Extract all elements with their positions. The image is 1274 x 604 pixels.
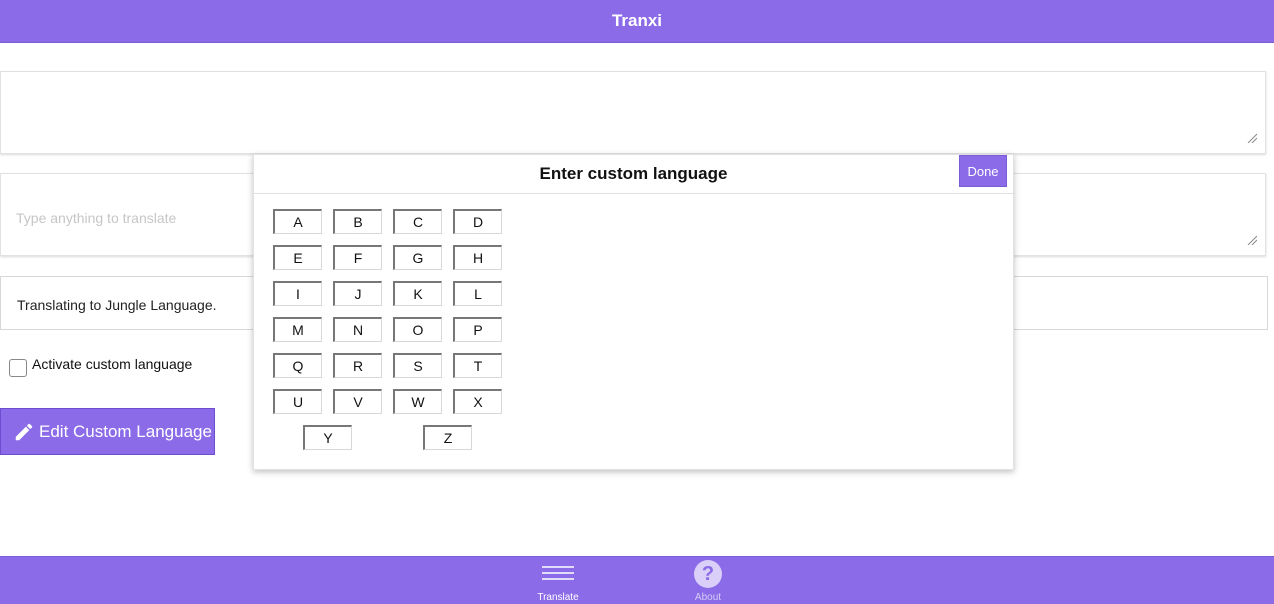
key-v[interactable]: V: [333, 389, 382, 414]
translation-status-text: Translating to Jungle Language.: [17, 297, 217, 313]
key-u[interactable]: U: [273, 389, 322, 414]
bottom-tab-bar: Translate ? About: [0, 556, 1274, 604]
key-h[interactable]: H: [453, 245, 502, 270]
key-e[interactable]: E: [273, 245, 322, 270]
tab-translate-label: Translate: [537, 592, 579, 603]
key-a[interactable]: A: [273, 209, 322, 234]
tab-about[interactable]: ? About: [678, 557, 738, 604]
key-j[interactable]: J: [333, 281, 382, 306]
pencil-icon: [15, 423, 33, 440]
key-w[interactable]: W: [393, 389, 442, 414]
key-q[interactable]: Q: [273, 353, 322, 378]
activate-custom-language-checkbox[interactable]: [9, 359, 27, 377]
question-icon: ?: [694, 560, 722, 588]
key-t[interactable]: T: [453, 353, 502, 378]
menu-lines-icon: [542, 566, 574, 580]
done-button[interactable]: Done: [959, 155, 1007, 187]
key-g[interactable]: G: [393, 245, 442, 270]
key-z[interactable]: Z: [423, 425, 472, 450]
activate-custom-language-label[interactable]: Activate custom language: [32, 356, 192, 372]
key-s[interactable]: S: [393, 353, 442, 378]
edit-custom-language-label: Edit Custom Language: [39, 421, 212, 441]
translate-placeholder: Type anything to translate: [16, 210, 177, 226]
activate-custom-language-row[interactable]: Activate custom language: [9, 356, 192, 377]
modal-title: Enter custom language: [539, 164, 728, 183]
tab-about-label: About: [694, 592, 722, 603]
source-text-input[interactable]: [0, 71, 1266, 154]
app-title: Tranxi: [611, 11, 663, 30]
tab-translate[interactable]: Translate: [528, 557, 588, 604]
edit-custom-language-button[interactable]: Edit Custom Language: [0, 408, 215, 455]
app-header: Tranxi: [0, 0, 1274, 43]
key-l[interactable]: L: [453, 281, 502, 306]
custom-language-modal: Enter custom language Done A B C D E F G…: [253, 154, 1014, 470]
key-n[interactable]: N: [333, 317, 382, 342]
key-o[interactable]: O: [393, 317, 442, 342]
resize-handle-icon[interactable]: [1247, 235, 1257, 245]
modal-header: Enter custom language Done: [254, 155, 1013, 194]
resize-handle-icon[interactable]: [1247, 133, 1257, 143]
key-c[interactable]: C: [393, 209, 442, 234]
key-r[interactable]: R: [333, 353, 382, 378]
key-m[interactable]: M: [273, 317, 322, 342]
key-i[interactable]: I: [273, 281, 322, 306]
key-f[interactable]: F: [333, 245, 382, 270]
key-k[interactable]: K: [393, 281, 442, 306]
key-y[interactable]: Y: [303, 425, 352, 450]
key-x[interactable]: X: [453, 389, 502, 414]
key-b[interactable]: B: [333, 209, 382, 234]
key-p[interactable]: P: [453, 317, 502, 342]
key-d[interactable]: D: [453, 209, 502, 234]
